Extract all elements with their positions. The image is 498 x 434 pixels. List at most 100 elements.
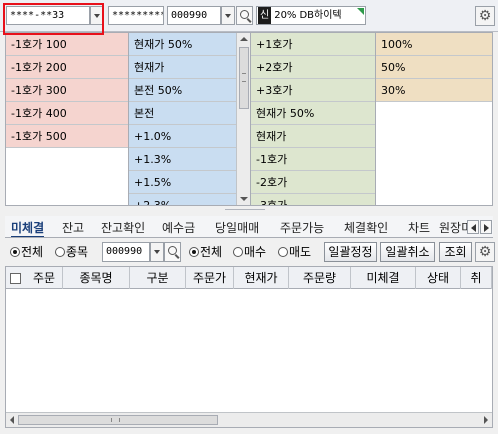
corner-marker-icon [357, 8, 364, 15]
tab-item[interactable]: 잔고 [62, 219, 84, 237]
table-header: 주문 종목명 구분 주문가 현재가 주문량 미체결 상태 취 [6, 267, 492, 289]
tick-offset-cell[interactable]: -2호가 [251, 171, 375, 194]
tab-item[interactable]: 미체결 [11, 219, 45, 237]
radio-empty-icon [55, 247, 65, 257]
tick-offset-cell[interactable]: +1호가 [251, 33, 375, 56]
sell-offset-cell[interactable]: -1호가 100 [6, 33, 128, 56]
radio-side-sell[interactable]: 매도 [278, 244, 311, 260]
quick-price-grid: -1호가 100 -1호가 200 -1호가 300 -1호가 400 -1호가 500… [5, 32, 493, 206]
radio-selected-icon [10, 247, 20, 257]
filter-settings-button[interactable]: ⚙ [475, 242, 495, 262]
column-header[interactable]: 미체결 [351, 267, 416, 289]
price-option-cell[interactable]: 현재가 50% [129, 33, 236, 56]
stock-search-button[interactable] [236, 6, 253, 25]
price-grid-scrollbar[interactable] [236, 33, 251, 205]
radio-side-buy[interactable]: 매수 [233, 244, 266, 260]
column-header[interactable]: 주문량 [289, 267, 351, 289]
scroll-up-arrow-icon[interactable] [240, 37, 248, 41]
query-button[interactable]: 조회 [439, 242, 472, 262]
order-top-bar: ****-**33 ********* 000990 신 20% DB하이텍 ⚙ [0, 0, 498, 32]
sell-offset-column: -1호가 100 -1호가 200 -1호가 300 -1호가 400 -1호가 500 [6, 33, 129, 205]
horizontal-scroll-thumb[interactable] [18, 415, 218, 425]
gear-icon: ⚙ [478, 244, 492, 260]
radio-sell-label: 매도 [289, 245, 312, 259]
scroll-thumb[interactable] [239, 47, 249, 109]
radio-selected-icon [189, 247, 199, 257]
credit-badge: 신 [258, 7, 272, 24]
tab-item[interactable]: 예수금 [162, 219, 195, 237]
column-header[interactable]: 구분 [130, 267, 186, 289]
top-settings-button[interactable]: ⚙ [475, 6, 495, 26]
tick-offset-cell[interactable]: +3호가 [251, 79, 375, 102]
price-option-cell[interactable]: 본전 50% [129, 79, 236, 102]
tab-item[interactable]: 주문가능 [280, 219, 324, 237]
price-option-cell[interactable]: +1.0% [129, 125, 236, 148]
tab-item[interactable]: 당일매매 [215, 219, 259, 237]
table-horizontal-scrollbar[interactable] [6, 412, 492, 427]
tick-offset-cell[interactable]: 현재가 50% [251, 102, 375, 125]
tick-offset-cell[interactable]: -1호가 [251, 148, 375, 171]
select-all-checkbox[interactable] [10, 273, 21, 284]
price-option-cell[interactable]: 본전 [129, 102, 236, 125]
column-header[interactable]: 주문가 [186, 267, 234, 289]
stock-name: DB하이텍 [299, 10, 342, 21]
stock-info-display: 신 20% DB하이텍 [256, 6, 366, 25]
tick-offset-cell[interactable]: -3호가 [251, 194, 375, 205]
radio-all-label: 전체 [21, 245, 44, 259]
price-option-cell[interactable]: +1.3% [129, 148, 236, 171]
column-header[interactable]: 상태 [416, 267, 461, 289]
stock-code-input[interactable]: 000990 [167, 6, 221, 25]
price-option-column: 현재가 50% 현재가 본전 50% 본전 +1.0% +1.3% +1.5% +2.3% [129, 33, 236, 205]
filter-stock-code-input[interactable]: 000990 [102, 242, 150, 262]
search-icon [240, 10, 249, 19]
account-dropdown-arrow[interactable] [90, 6, 104, 25]
price-option-cell[interactable]: 현재가 [129, 56, 236, 79]
ratio-cell[interactable]: 50% [376, 56, 492, 79]
column-header[interactable]: 취 [461, 267, 492, 289]
bulk-cancel-button[interactable]: 일괄취소 [380, 242, 435, 262]
bulk-modify-button[interactable]: 일괄정정 [324, 242, 377, 262]
margin-rate: 20% [274, 10, 297, 21]
radio-buy-label: 매수 [244, 245, 267, 259]
radio-stock-label: 종목 [66, 245, 89, 259]
password-field[interactable]: ********* [108, 6, 164, 25]
sell-offset-cell[interactable]: -1호가 400 [6, 102, 128, 125]
radio-side-all-label: 전체 [200, 245, 223, 259]
tick-offset-cell[interactable]: +2호가 [251, 56, 375, 79]
tab-item[interactable]: 잔고확인 [101, 219, 145, 237]
ratio-cell[interactable]: 30% [376, 79, 492, 102]
price-option-cell[interactable]: +1.5% [129, 171, 236, 194]
radio-empty-icon [233, 247, 243, 257]
column-header[interactable]: 현재가 [234, 267, 289, 289]
filter-search-button[interactable] [164, 242, 181, 262]
tab-scroll-right-button[interactable] [480, 220, 492, 234]
tick-offset-cell[interactable]: 현재가 [251, 125, 375, 148]
radio-all-stocks[interactable]: 전체 [10, 244, 43, 260]
scroll-right-arrow-icon[interactable] [484, 416, 488, 424]
radio-side-all[interactable]: 전체 [189, 244, 222, 260]
scroll-down-arrow-icon[interactable] [240, 197, 248, 201]
column-header[interactable]: 주문 [26, 267, 63, 289]
ratio-column: 100% 50% 30% [376, 33, 492, 205]
ratio-cell[interactable]: 100% [376, 33, 492, 56]
arrow-left-icon [471, 224, 476, 232]
sell-offset-cell[interactable]: -1호가 200 [6, 56, 128, 79]
radio-empty-icon [278, 247, 288, 257]
open-orders-table: 주문 종목명 구분 주문가 현재가 주문량 미체결 상태 취 [5, 266, 493, 428]
gear-icon: ⚙ [478, 8, 492, 24]
panel-splitter[interactable] [5, 207, 493, 213]
account-tabs: 미체결 잔고 잔고확인 예수금 당일매매 주문가능 체결확인 차트 원장미 [5, 216, 493, 238]
stock-code-dropdown-arrow[interactable] [221, 6, 235, 25]
tab-item[interactable]: 차트 [408, 219, 430, 237]
arrow-right-icon [484, 224, 489, 232]
account-number-field[interactable]: ****-**33 [6, 6, 90, 25]
column-header[interactable]: 종목명 [63, 267, 130, 289]
tab-scroll-left-button[interactable] [467, 220, 479, 234]
tab-item[interactable]: 체결확인 [344, 219, 388, 237]
sell-offset-cell[interactable]: -1호가 300 [6, 79, 128, 102]
radio-by-stock[interactable]: 종목 [55, 244, 88, 260]
filter-stock-dropdown-arrow[interactable] [150, 242, 164, 262]
sell-offset-cell[interactable]: -1호가 500 [6, 125, 128, 148]
scroll-left-arrow-icon[interactable] [10, 416, 14, 424]
price-option-cell[interactable]: +2.3% [129, 194, 236, 205]
